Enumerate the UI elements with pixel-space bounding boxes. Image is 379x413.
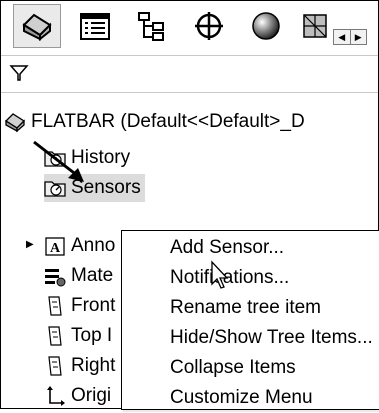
annotation-arrow-icon — [33, 140, 84, 182]
tree-item-annotations[interactable]: A Anno — [44, 232, 115, 260]
display-sphere-tab-icon — [252, 12, 280, 40]
scroll-right-icon[interactable]: ▶ — [349, 30, 367, 44]
filter-bar — [1, 55, 378, 93]
mouse-cursor-icon — [211, 260, 229, 289]
menu-item-label: Collapse Items — [170, 357, 296, 378]
filter-funnel-icon[interactable] — [9, 64, 29, 82]
tree-item-label: Right — [71, 355, 116, 376]
menu-item-label: Customize Menu — [170, 387, 313, 408]
plane-icon — [48, 356, 62, 376]
tree-item-label: Front — [71, 295, 116, 316]
feature-manager-tab-icon — [22, 13, 52, 41]
annotations-icon: A — [45, 237, 65, 256]
tree-item-label: Mate — [71, 265, 114, 286]
dimxpert-crosshair-tab-icon — [195, 12, 223, 40]
menu-item-hide-show-tree-items[interactable]: Hide/Show Tree Items... — [170, 323, 373, 353]
tree-root[interactable]: FLATBAR (Default<<Default>_D — [4, 108, 305, 136]
origin-icon — [47, 386, 65, 406]
tree-root-label: FLATBAR (Default<<Default>_D — [31, 111, 305, 132]
tree-item-label: Top I — [71, 325, 113, 346]
manager-tab-bar: ◀ ▶ — [1, 1, 378, 49]
plane-icon — [48, 296, 62, 316]
tab-configuration-manager[interactable] — [128, 4, 176, 48]
menu-item-label: Add Sensor... — [170, 237, 285, 258]
expand-arrow-icon[interactable]: ▶ — [26, 239, 34, 250]
tree-item-material[interactable]: Mate — [44, 262, 113, 290]
tab-scroll-arrows: ◀ ▶ — [333, 29, 367, 45]
grid-cube-tab-icon — [303, 14, 327, 38]
menu-item-label: Rename tree item — [170, 297, 322, 318]
tree-item-top-plane[interactable]: Top I — [44, 322, 112, 350]
tab-feature-manager[interactable] — [13, 4, 61, 48]
context-menu: Add Sensor... Notifications... Rename tr… — [121, 230, 379, 410]
tree-item-label: Anno — [71, 235, 116, 256]
property-manager-tab-icon — [80, 13, 110, 40]
material-icon — [45, 269, 66, 287]
menu-item-label: Hide/Show Tree Items... — [170, 327, 373, 348]
menu-item-add-sensor[interactable]: Add Sensor... — [170, 233, 284, 263]
tab-overflow[interactable] — [297, 4, 333, 48]
part-icon — [4, 113, 26, 133]
tree-item-label: Origi — [71, 385, 112, 406]
tree-item-right-plane[interactable]: Right — [44, 352, 115, 380]
configuration-manager-tab-icon — [138, 12, 164, 41]
tab-display-manager[interactable] — [242, 4, 290, 48]
plane-icon — [48, 326, 62, 346]
tree-item-origin[interactable]: Origi — [44, 382, 111, 410]
menu-item-rename-tree-item[interactable]: Rename tree item — [170, 293, 321, 323]
tab-dimxpert-manager[interactable] — [185, 4, 233, 48]
menu-item-collapse-items[interactable]: Collapse Items — [170, 353, 296, 383]
svg-text:A: A — [50, 241, 61, 256]
tree-item-front-plane[interactable]: Front — [44, 292, 115, 320]
scroll-left-icon[interactable]: ◀ — [334, 30, 350, 44]
tab-property-manager[interactable] — [71, 4, 119, 48]
